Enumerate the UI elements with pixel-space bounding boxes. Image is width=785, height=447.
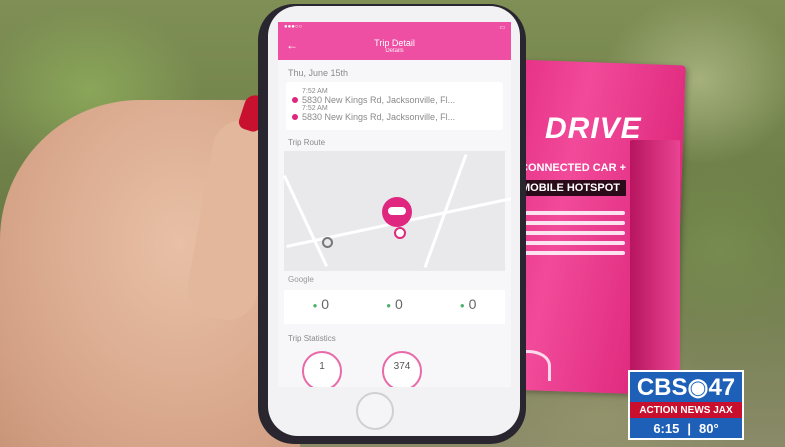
- stat-dot-icon: ●: [459, 300, 465, 310]
- statistics-circles: 1 374: [278, 347, 511, 387]
- end-address: 5830 New Kings Rd, Jacksonville, Fl...: [302, 112, 456, 122]
- trip-date: Thu, June 15th: [288, 68, 349, 78]
- box-title: DRIVE: [545, 112, 642, 145]
- map-marker-car-icon: [388, 207, 406, 215]
- end-row: 5830 New Kings Rd, Jacksonville, Fl...: [292, 112, 497, 122]
- stat-item: ● 0: [460, 296, 477, 318]
- stat-value: 0: [468, 296, 477, 312]
- start-time: 7:52 AM: [302, 88, 328, 95]
- product-box-side: [630, 140, 680, 390]
- date-row: Thu, June 15th: [278, 60, 511, 82]
- end-time: 7:52 AM: [302, 105, 328, 112]
- trip-route-label: Trip Route: [288, 138, 326, 147]
- stat-value: 0: [321, 296, 330, 312]
- trip-statistics-label: Trip Statistics: [288, 334, 336, 343]
- start-pin-icon: [292, 97, 298, 103]
- stat-circle: 1: [302, 351, 342, 387]
- box-bullet: [515, 231, 625, 235]
- logo-separator: |: [687, 420, 691, 436]
- page-title: Trip Detail: [374, 38, 415, 48]
- scene-background: DRIVE CONNECTED CAR + MOBILE HOTSPOT ●●●…: [0, 0, 785, 447]
- signal-icon: ●●●○○: [284, 24, 303, 30]
- stat-circle: 374: [382, 351, 422, 387]
- stat-value: 0: [394, 296, 403, 312]
- page-subtitle: Details: [385, 48, 404, 54]
- home-button[interactable]: [356, 392, 394, 430]
- box-bullet: [515, 221, 625, 225]
- map-location-pin-icon: [394, 227, 406, 239]
- box-bullets: [515, 205, 625, 261]
- start-row: 5830 New Kings Rd, Jacksonville, Fl...: [292, 95, 497, 105]
- box-bullet: [515, 251, 625, 255]
- box-line1: CONNECTED CAR +: [520, 162, 627, 174]
- status-bar: ●●●○○ ▭: [278, 22, 511, 32]
- trip-stats: ● 0 ● 0 ● 0: [284, 290, 505, 324]
- logo-temperature: 80°: [699, 420, 719, 436]
- logo-time-temp: 6:15 | 80°: [628, 418, 744, 440]
- google-attribution: Google: [288, 275, 314, 284]
- start-address: 5830 New Kings Rd, Jacksonville, Fl...: [302, 95, 456, 105]
- box-bullet: [515, 241, 625, 245]
- app-header: ← Trip Detail Details: [278, 32, 511, 60]
- trip-card[interactable]: 7:52 AM 5830 New Kings Rd, Jacksonville,…: [286, 82, 503, 130]
- stat-dot-icon: ●: [386, 300, 392, 310]
- battery-icon: ▭: [499, 24, 505, 31]
- map-road: [423, 154, 468, 268]
- box-bullet: [515, 211, 625, 215]
- box-line2: MOBILE HOTSPOT: [515, 180, 626, 196]
- phone-screen: ●●●○○ ▭ ← Trip Detail Details Thu, June …: [278, 22, 511, 387]
- stat-item: ● 0: [386, 296, 403, 318]
- end-pin-icon: [292, 114, 298, 120]
- stat-dot-icon: ●: [312, 300, 318, 310]
- map-poi-icon: [322, 237, 333, 248]
- station-logo: CBS◉47 ACTION NEWS JAX 6:15 | 80°: [628, 370, 744, 440]
- trip-map[interactable]: [283, 151, 511, 271]
- map-road: [283, 175, 328, 267]
- logo-station-name: ACTION NEWS JAX: [628, 402, 744, 418]
- logo-time: 6:15: [653, 420, 680, 436]
- stat-item: ● 0: [313, 296, 330, 318]
- logo-network: CBS◉47: [628, 370, 744, 402]
